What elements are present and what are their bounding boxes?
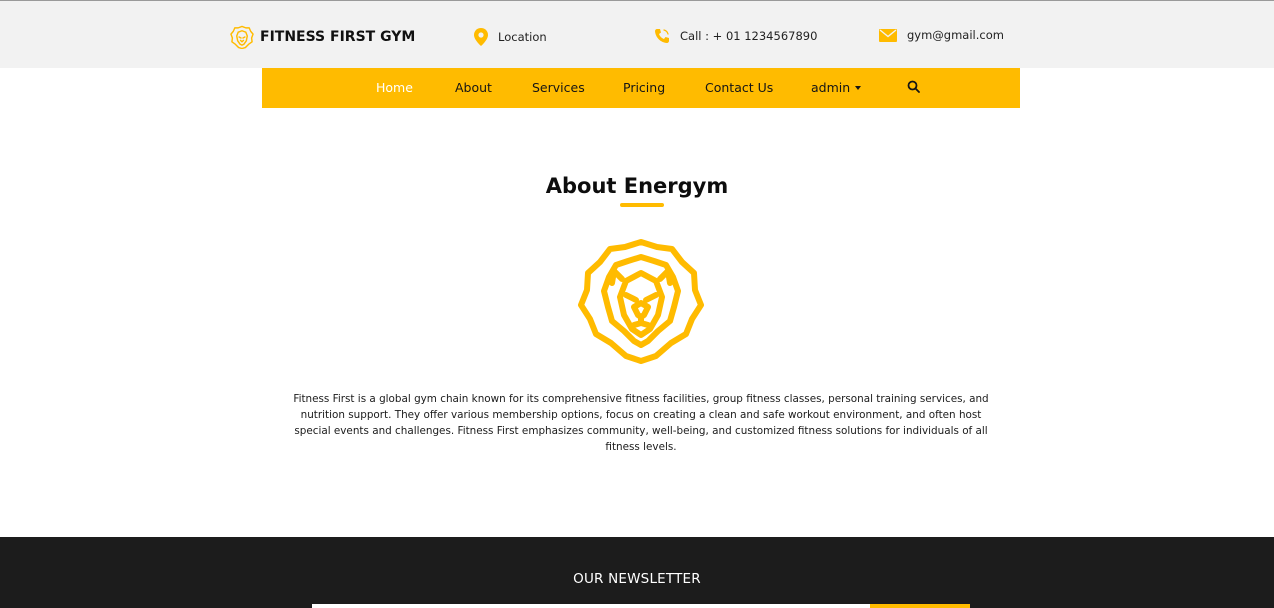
call-label: Call : + 01 1234567890 [680,29,818,43]
main-navbar: Home About Services Pricing Contact Us a… [262,68,1020,108]
nav-about[interactable]: About [455,80,492,95]
user-dropdown-label: admin [811,80,851,95]
about-title: About Energym [545,174,729,198]
lion-head-icon [578,239,704,364]
phone-icon [655,29,669,43]
nav-services[interactable]: Services [532,80,585,95]
search-button[interactable] [907,80,920,96]
lion-head-icon [230,25,254,49]
footer: OUR NEWSLETTER [0,537,1274,608]
title-underline [620,203,664,207]
newsletter-title: OUR NEWSLETTER [573,571,701,587]
nav-pricing[interactable]: Pricing [623,80,665,95]
map-pin-icon [474,28,488,46]
email-link[interactable]: gym@gmail.com [879,28,1004,42]
brand[interactable]: FITNESS FIRST GYM [230,25,415,49]
newsletter-email-input[interactable] [312,604,870,608]
user-dropdown[interactable]: admin [811,80,862,95]
envelope-icon [879,28,897,42]
location-link[interactable]: Location [474,28,547,46]
search-icon [907,80,920,93]
top-header: FITNESS FIRST GYM Location Call : + 01 1… [0,0,1274,68]
caret-down-icon [855,85,862,90]
newsletter-subscribe-button[interactable] [870,604,970,608]
brand-name: FITNESS FIRST GYM [260,29,416,45]
nav-contact-us[interactable]: Contact Us [705,80,773,95]
email-label: gym@gmail.com [907,28,1004,42]
location-label: Location [498,30,547,44]
call-link[interactable]: Call : + 01 1234567890 [654,28,817,44]
about-description: Fitness First is a global gym chain know… [293,393,989,453]
nav-home[interactable]: Home [376,80,413,95]
